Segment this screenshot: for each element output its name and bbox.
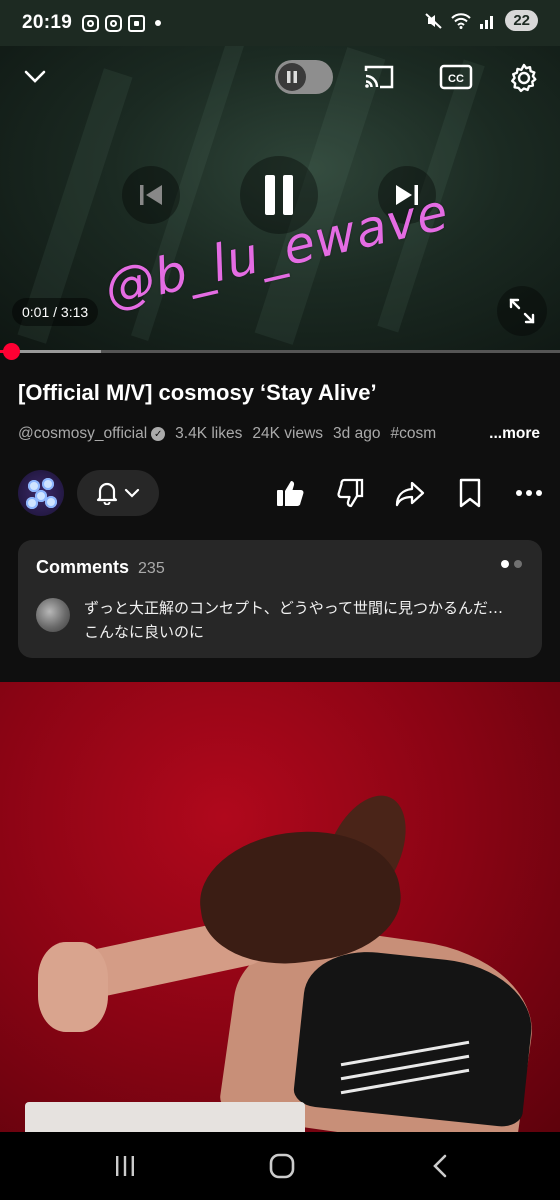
like-count: 3.4K likes (175, 425, 243, 442)
battery-level: 22 (505, 10, 538, 31)
video-title[interactable]: [Official M/V] cosmosy ‘Stay Alive’ (18, 380, 377, 406)
share-icon (395, 481, 425, 507)
video-player[interactable]: CC 0:01 / 3:13 @b_lu_ewave (0, 46, 560, 352)
chevron-down-icon (124, 488, 140, 498)
collapse-button[interactable] (18, 60, 52, 94)
channel-avatar[interactable] (18, 470, 64, 516)
instagram-notification-icon (82, 14, 100, 32)
subscription-notification-button[interactable] (77, 470, 159, 516)
fullscreen-button[interactable] (497, 286, 547, 336)
recents-icon (116, 1156, 134, 1176)
settings-button[interactable] (506, 60, 542, 96)
more-button[interactable]: ...more (463, 425, 540, 443)
mute-icon (425, 12, 442, 29)
settings-gear-icon (511, 63, 537, 93)
previous-icon (140, 185, 162, 205)
upload-age: 3d ago (333, 425, 381, 442)
comments-card[interactable]: Comments 235 ずっと大正解のコンセプト、どうやって世間に見つかるんだ… (18, 540, 542, 658)
more-options-icon (516, 490, 542, 496)
more-options-button[interactable] (512, 476, 546, 510)
like-icon (277, 481, 304, 506)
carousel-dot (514, 560, 522, 568)
like-button[interactable] (273, 476, 307, 510)
verified-icon: ✓ (151, 427, 166, 441)
captions-icon: CC (439, 64, 473, 90)
cast-button[interactable] (360, 60, 398, 94)
notification-icons (82, 14, 162, 32)
fullscreen-icon (509, 298, 535, 324)
seek-handle[interactable] (3, 343, 20, 360)
channel-handle: @cosmosy_official (18, 425, 148, 442)
hashtag: #cosm (390, 425, 437, 442)
recents-button[interactable] (105, 1149, 145, 1183)
autoplay-toggle-icon (278, 63, 306, 91)
autoplay-toggle[interactable] (275, 60, 333, 94)
system-navigation-bar (0, 1132, 560, 1200)
playback-time: 0:01 / 3:13 (12, 298, 99, 326)
carousel-dot-active (501, 560, 509, 568)
svg-text:CC: CC (448, 73, 464, 85)
carousel-dots (501, 560, 522, 568)
back-icon (433, 1154, 447, 1178)
video-meta[interactable]: @cosmosy_official ✓ 3.4K likes 24K views… (18, 425, 540, 443)
top-comment-text: ずっと大正解のコンセプト、どうやって世間に見つかるんだ…こんなに良いのに (84, 599, 503, 641)
dislike-button[interactable] (333, 476, 367, 510)
channel-handle-group[interactable]: @cosmosy_official ✓ (18, 425, 166, 443)
wifi-icon (451, 12, 472, 29)
collapse-chevron-icon (24, 70, 46, 83)
system-status: 22 (425, 10, 538, 31)
commenter-avatar (36, 598, 70, 632)
signal-icon (480, 15, 494, 29)
seek-bar[interactable] (0, 350, 560, 353)
status-bar: 20:19 22 (0, 0, 560, 46)
bell-icon (96, 482, 118, 505)
action-row (0, 466, 560, 520)
pause-icon (265, 175, 293, 215)
share-button[interactable] (393, 476, 427, 510)
comments-label: Comments (36, 557, 130, 577)
back-button[interactable] (420, 1149, 460, 1183)
status-time: 20:19 (22, 12, 73, 33)
more-notifications-dot-icon (155, 20, 162, 26)
more-label: ...more (489, 425, 540, 442)
cast-icon (364, 65, 394, 89)
save-icon (459, 478, 481, 508)
save-button[interactable] (453, 476, 487, 510)
comments-header: Comments 235 (36, 557, 165, 578)
dislike-icon (337, 478, 364, 508)
home-icon (269, 1153, 295, 1179)
screen-capture-icon (128, 14, 146, 32)
captions-button[interactable]: CC (437, 60, 475, 94)
view-count: 24K views (252, 425, 324, 442)
instagram-notification-icon (105, 14, 123, 32)
next-video-thumbnail[interactable] (0, 682, 560, 1132)
previous-button[interactable] (122, 166, 180, 224)
home-button[interactable] (262, 1149, 302, 1183)
comments-count: 235 (138, 560, 165, 577)
